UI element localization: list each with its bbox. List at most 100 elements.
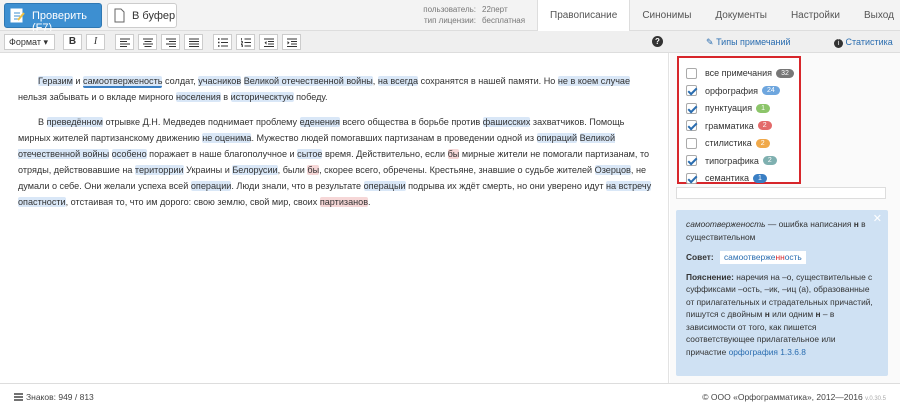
grammar-mark[interactable]: партизанов <box>319 197 369 207</box>
spelling-mark[interactable]: на всегда <box>377 76 419 86</box>
suggestion[interactable]: самоотверженность <box>719 251 806 264</box>
spelling-mark[interactable]: носеления <box>175 92 221 102</box>
spelling-mark[interactable]: територрии <box>134 165 184 175</box>
spelling-mark[interactable]: операции <box>190 181 232 191</box>
format-dropdown[interactable]: Формат ▾ <box>4 34 55 50</box>
spelling-mark[interactable]: учасников <box>198 76 242 86</box>
nav-tabs: Правописание Синонимы / эпитеты Документ… <box>537 0 900 52</box>
tab-documents[interactable]: Документы <box>703 0 779 31</box>
user-value: 22перт <box>482 5 508 14</box>
tab-spelling[interactable]: Правописание <box>537 0 631 32</box>
user-label: пользователь: <box>423 5 476 14</box>
checkbox[interactable] <box>686 102 697 114</box>
text-segment: . <box>368 197 371 207</box>
filter-item[interactable]: пунктуация 1 <box>686 100 770 116</box>
paragraph-2: В преведённом отрывке Д.Н. Медведев подн… <box>18 114 658 210</box>
align-left-button[interactable] <box>115 34 134 50</box>
text-segment: время. Действительно, если <box>322 149 448 159</box>
spelling-mark[interactable]: не в коем случае <box>557 76 631 86</box>
count-badge: 24 <box>762 86 780 95</box>
suggestion-pre: самоотверже <box>723 252 776 262</box>
side-panel: все примечания 32 орфография 24 пунктуация 1 г… <box>670 53 900 383</box>
grammar-mark[interactable]: бы <box>447 149 460 159</box>
side-input[interactable] <box>676 187 886 199</box>
filter-label: типографика <box>705 155 759 166</box>
explain-mid: или одним <box>769 309 816 319</box>
close-icon[interactable]: ✕ <box>873 213 882 226</box>
text-segment: . Мужество людей помогавших партизанам в… <box>251 133 537 143</box>
text-segment: Украины и <box>183 165 233 175</box>
filter-item[interactable]: стилистика 2 <box>686 135 770 151</box>
text-segment: в <box>220 92 231 102</box>
spelling-mark[interactable]: опираций <box>536 133 578 143</box>
tab-synonyms[interactable]: Синонимы / эпитеты <box>630 0 703 52</box>
checkbox[interactable] <box>686 67 697 79</box>
bold-button[interactable]: B <box>63 34 82 50</box>
text-editor[interactable]: Геразим и самоотверженость солдат, учасн… <box>0 53 669 383</box>
spelling-mark[interactable]: сытое <box>297 149 323 159</box>
statistics-label: Статистика <box>845 37 893 47</box>
spelling-mark[interactable]: особено <box>111 149 147 159</box>
rule-link[interactable]: орфография 1.3.6.8 <box>729 347 806 357</box>
filter-item[interactable]: семантика 1 <box>686 170 767 186</box>
spelling-mark[interactable]: на встречу <box>606 181 652 191</box>
align-center-button[interactable] <box>138 34 157 50</box>
spelling-mark[interactable]: опастности <box>18 197 66 207</box>
checkbox[interactable] <box>686 172 697 184</box>
spelling-mark[interactable]: фашисских <box>482 117 531 127</box>
text-segment: поражает в наше благополучное и <box>146 149 298 159</box>
text-segment: , были <box>277 165 308 175</box>
filter-item[interactable]: типографика 2 <box>686 153 777 169</box>
filter-item[interactable]: все примечания 32 <box>686 65 794 81</box>
buffer-button[interactable]: В буфер <box>107 3 177 28</box>
checkbox[interactable] <box>686 85 697 96</box>
document-icon <box>114 8 125 23</box>
align-justify-button[interactable] <box>184 34 203 50</box>
notes-types-link[interactable]: ✎ Типы примечаний <box>706 37 791 48</box>
license-value: бесплатная <box>482 16 526 25</box>
filter-item[interactable]: грамматика 2 <box>686 118 772 134</box>
check-button[interactable]: Проверить (F7) <box>4 3 102 34</box>
tab-logout[interactable]: Выход <box>852 0 900 31</box>
grammar-mark[interactable]: бы <box>307 165 320 175</box>
align-right-button[interactable] <box>161 34 180 50</box>
statistics-link[interactable]: i Статистика <box>834 37 893 48</box>
suggestion-highlight: нн <box>775 252 785 262</box>
spelling-mark[interactable]: еденения <box>299 117 340 127</box>
format-label: Формат <box>9 37 41 47</box>
checkbox[interactable] <box>686 137 697 149</box>
top-bar: Проверить (F7) В буфер пользователь: 22пе… <box>0 0 900 52</box>
filter-item[interactable]: орфография 24 <box>686 83 780 99</box>
spelling-mark[interactable]: самоотверженость <box>83 76 163 88</box>
filter-label: пунктуация <box>705 103 753 113</box>
spelling-mark[interactable]: операцыи <box>363 181 406 191</box>
spelling-mark[interactable]: Геразим <box>38 76 73 86</box>
spelling-mark[interactable]: Белорусии <box>232 165 278 175</box>
align-right-icon <box>165 38 176 47</box>
count-badge: 2 <box>757 121 772 130</box>
buffer-button-label: В буфер <box>132 10 176 22</box>
numbered-list-button[interactable] <box>236 34 255 50</box>
italic-button[interactable]: I <box>86 34 105 50</box>
spelling-mark[interactable]: Великой отечественной войны <box>243 76 373 86</box>
spelling-mark[interactable]: историческтую <box>230 92 294 102</box>
align-justify-icon <box>188 38 199 47</box>
indent-button[interactable] <box>282 34 301 50</box>
error-card: ✕ самоотверженость — ошибка написания н … <box>676 210 888 376</box>
spelling-mark[interactable]: Озерцов <box>594 165 631 175</box>
advice-label: Совет: <box>686 252 714 262</box>
tab-settings[interactable]: Настройки <box>779 0 852 31</box>
list-icon <box>14 393 23 401</box>
explain-label: Пояснение: <box>686 271 734 282</box>
spelling-mark[interactable]: не оценима <box>202 133 252 143</box>
bullet-list-button[interactable] <box>213 34 232 50</box>
editor-toolbar: Формат ▾ B I ? ✎ Типы примечаний i Стати… <box>0 31 900 53</box>
text-segment: подрыва их ждёт смерть, но они уверено и… <box>405 181 607 191</box>
spelling-mark[interactable]: преведённом <box>46 117 103 127</box>
editor-text[interactable]: Геразим и самоотверженость солдат, учасн… <box>18 73 658 219</box>
checkbox[interactable] <box>686 120 697 131</box>
checkbox[interactable] <box>686 155 697 166</box>
help-icon[interactable]: ? <box>652 36 663 47</box>
outdent-button[interactable] <box>259 34 278 50</box>
text-segment: отрывке Д.Н. Медведев поднимает проблему <box>102 117 300 127</box>
